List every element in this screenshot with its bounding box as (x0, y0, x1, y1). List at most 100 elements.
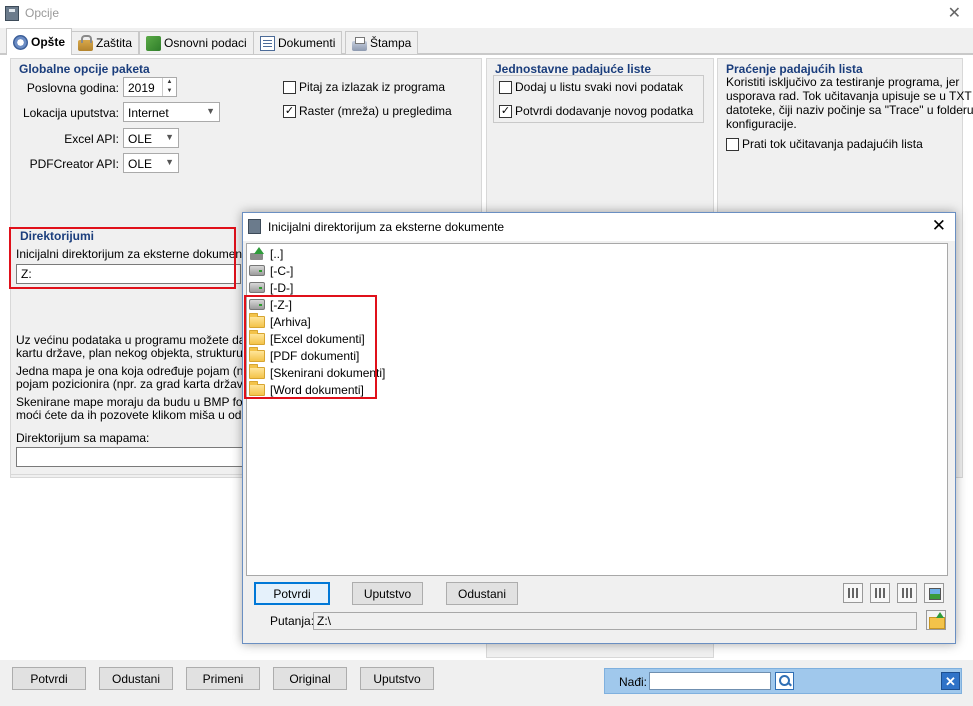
help-location-value: Internet (128, 106, 169, 120)
package-icon (146, 35, 161, 51)
view-grid-button[interactable] (897, 583, 917, 603)
confirm-add-label: Potvrdi dodavanje novog podatka (515, 104, 694, 118)
chevron-down-icon: ▼ (165, 157, 174, 167)
apply-button[interactable]: Primeni (186, 667, 260, 690)
help-button[interactable]: Uputstvo (360, 667, 434, 690)
tab-label: Štampa (370, 36, 412, 50)
maps-dir-label: Direktorijum sa mapama: (16, 431, 150, 445)
tab-dokumenti[interactable]: Dokumenti (253, 31, 343, 54)
tab-zastita[interactable]: Zaštita (71, 31, 140, 54)
path-label: Putanja: (270, 614, 315, 628)
find-bar: Nađi: ✕ (604, 668, 962, 694)
tab-opste[interactable]: Opšte (6, 28, 73, 55)
checkbox-box[interactable]: ✓ (283, 104, 296, 118)
list-item[interactable]: [-D-] (249, 279, 293, 296)
maps-text-2b: pojam pozicionira (npr. za grad karta dr… (16, 377, 254, 391)
document-icon (260, 35, 275, 51)
open-folder-icon[interactable] (926, 610, 946, 630)
gear-icon (13, 34, 28, 50)
path-input[interactable]: Z:\ (313, 612, 917, 630)
confirm-button[interactable]: Potvrdi (12, 667, 86, 690)
list-item[interactable]: [-C-] (249, 262, 293, 279)
excel-api-label: Excel API: (64, 132, 119, 146)
excel-api-select[interactable]: OLE ▼ (123, 128, 179, 148)
tracking-desc-3: datoteke, čiji naziv počinje sa "Trace" … (726, 103, 973, 117)
spinner-arrows[interactable]: ▲ ▼ (162, 78, 176, 96)
raster-checkbox[interactable]: ✓ Raster (mreža) u pregledima (283, 104, 452, 118)
window-close-button[interactable]: ✕ (948, 3, 961, 23)
app-icon (5, 6, 19, 21)
highlight-folders (244, 295, 377, 399)
view-icons-button[interactable] (843, 583, 863, 603)
checkbox-box[interactable]: ✓ (499, 104, 512, 118)
checkbox-box[interactable] (726, 137, 739, 151)
maps-text-1a: Uz većinu podataka u programu možete da … (16, 333, 275, 347)
list-item-label: [..] (270, 246, 284, 261)
tracking-title: Praćenje padajućih lista (726, 62, 863, 76)
drive-icon (249, 265, 265, 276)
up-folder-icon (249, 246, 265, 261)
maps-text-3b: moći ćete da ih pozovete klikom miša u o… (16, 408, 272, 422)
year-spinner[interactable]: 2019 ▲ ▼ (123, 77, 177, 97)
help-location-label: Lokacija uputstva: (22, 106, 119, 120)
tab-strip: Opšte Zaštita Osnovni podaci Dokumenti Š… (0, 28, 973, 55)
simple-lists-title: Jednostavne padajuće liste (495, 62, 652, 76)
printer-icon (352, 37, 367, 51)
highlight-directories (9, 227, 236, 289)
track-loading-checkbox[interactable]: Prati tok učitavanja padajućih lista (726, 137, 923, 151)
view-preview-button[interactable] (924, 583, 944, 603)
add-new-checkbox[interactable]: Dodaj u listu svaki novi podatak (499, 80, 683, 94)
tracking-desc-4: konfiguracije. (726, 117, 797, 131)
year-label: Poslovna godina: (26, 81, 119, 95)
global-options-title: Globalne opcije paketa (19, 62, 150, 76)
list-item-label: [-D-] (270, 280, 294, 295)
pdf-api-label: PDFCreator API: (29, 157, 119, 171)
directory-dialog: Inicijalni direktorijum za eksterne doku… (242, 212, 956, 644)
checkbox-box[interactable] (499, 80, 512, 94)
find-label: Nađi: (619, 675, 648, 689)
pdf-api-select[interactable]: OLE ▼ (123, 153, 179, 173)
tracking-desc-2: usporava rad. Tok učitavanja upisuje se … (726, 89, 972, 103)
cancel-button[interactable]: Odustani (99, 667, 173, 690)
tab-label: Zaštita (96, 36, 133, 50)
tab-osnovni-podaci[interactable]: Osnovni podaci (139, 31, 254, 54)
maps-text-3a: Skenirane mape moraju da budu u BMP form… (16, 395, 274, 409)
tab-stampa[interactable]: Štampa (345, 31, 419, 54)
directory-list[interactable]: [..] [-C-] [-D-] [-Z-] [Arhiva] [Excel d… (246, 243, 948, 576)
chevron-down-icon: ▼ (165, 132, 174, 142)
confirm-add-checkbox[interactable]: ✓ Potvrdi dodavanje novog podatka (499, 104, 693, 118)
dialog-close-button[interactable]: ✕ (932, 216, 946, 236)
dialog-title-bar: Inicijalni direktorijum za eksterne doku… (243, 213, 955, 241)
add-new-label: Dodaj u listu svaki novi podatak (515, 80, 684, 94)
excel-api-value: OLE (128, 132, 153, 146)
raster-label: Raster (mreža) u pregledima (299, 104, 452, 118)
dialog-confirm-button[interactable]: Potvrdi (254, 582, 330, 605)
original-button[interactable]: Original (273, 667, 347, 690)
pdf-api-value: OLE (128, 157, 153, 171)
dialog-help-button[interactable]: Uputstvo (352, 582, 423, 605)
find-input[interactable] (649, 672, 771, 690)
list-item-label: [-C-] (270, 263, 294, 278)
list-item[interactable]: [..] (249, 245, 283, 262)
help-location-select[interactable]: Internet ▼ (123, 102, 220, 122)
maps-text-2a: Jedna mapa je ona koja određuje pojam (n… (16, 364, 267, 378)
tracking-desc-1: Koristiti isključivo za testiranje progr… (726, 75, 960, 89)
year-value: 2019 (128, 81, 155, 95)
view-list-button[interactable] (870, 583, 890, 603)
dialog-title: Inicijalni direktorijum za eksterne doku… (268, 220, 505, 234)
ask-exit-label: Pitaj za izlazak iz programa (299, 80, 446, 94)
title-bar: Opcije ✕ (0, 0, 973, 28)
tab-label: Dokumenti (278, 36, 336, 50)
maps-text-1b: kartu države, plan nekog objekta, strukt… (16, 346, 264, 360)
tab-label: Osnovni podaci (164, 36, 247, 50)
lock-icon (78, 34, 93, 51)
ask-exit-checkbox[interactable]: Pitaj za izlazak iz programa (283, 80, 445, 94)
window-title: Opcije (25, 6, 60, 20)
search-icon[interactable] (775, 672, 794, 690)
dialog-cancel-button[interactable]: Odustani (446, 582, 518, 605)
chevron-down-icon: ▼ (206, 106, 215, 116)
checkbox-box[interactable] (283, 80, 296, 94)
find-close-button[interactable]: ✕ (941, 672, 960, 690)
app-icon (248, 219, 261, 234)
drive-icon (249, 282, 265, 293)
